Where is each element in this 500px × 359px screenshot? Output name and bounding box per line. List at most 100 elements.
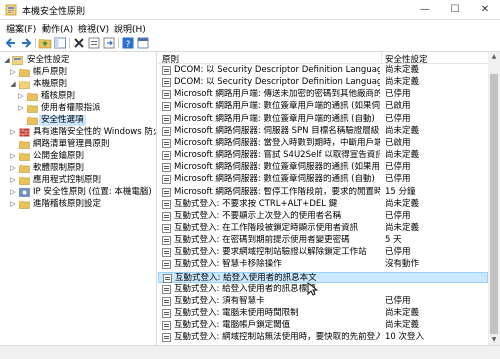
forward-arrow-icon[interactable]: [19, 36, 33, 50]
policy-name: 互動式登入: 在密碼到期前提示使用者變更密碼: [174, 235, 350, 246]
expanded-chevron-icon[interactable]: ◢: [9, 79, 17, 90]
policy-list: 原則 安全性設定 DCOM: 以 Security Descriptor Def…: [158, 52, 500, 345]
tree-item-advanced-audit[interactable]: ▷ 進階稽核原則設定: [0, 199, 156, 210]
table-row[interactable]: 互動式登入: 不要顯示上次登入的使用者名稱 已停用: [158, 211, 488, 222]
collapsed-chevron-icon[interactable]: ▷: [9, 127, 17, 138]
mmc-icon[interactable]: [136, 36, 150, 50]
properties-icon[interactable]: [87, 36, 101, 50]
scrollbar-thumb[interactable]: [490, 74, 498, 334]
table-row[interactable]: DCOM: 以 Security Descriptor Definition L…: [158, 77, 488, 88]
policy-name: Microsoft 網路用戶端: 數位簽章用戶端的通訊 (如果伺服器...: [174, 101, 380, 112]
collapsed-chevron-icon[interactable]: ▷: [9, 163, 17, 174]
scroll-up-arrow-icon[interactable]: ▲: [488, 52, 500, 62]
tree-item-label: 網路清單管理員原則: [33, 139, 110, 149]
help-icon[interactable]: ?: [121, 36, 135, 50]
policy-setting-icon: [162, 211, 171, 221]
table-row[interactable]: Microsoft 網路用戶端: 數位簽章用戶端的通訊 (如果伺服器... 已啟用: [158, 101, 488, 112]
table-row[interactable]: 互動式登入: 在密碼到期前提示使用者變更密碼 5 天: [158, 235, 488, 246]
scroll-down-arrow-icon[interactable]: ▼: [488, 335, 500, 345]
table-row[interactable]: 互動式登入: 在工作階段被鎖定時顯示使用者資訊 尚未定義: [158, 223, 488, 234]
export-list-icon[interactable]: [102, 36, 116, 50]
collapsed-chevron-icon[interactable]: ▷: [9, 187, 17, 198]
table-row[interactable]: Microsoft 網路伺服器: 嘗試 S4U2Self 以取得宣告資訊 尚未定義: [158, 150, 488, 161]
menu-view[interactable]: 檢視(V): [78, 22, 109, 35]
policy-setting-value: 尚未定義: [385, 125, 420, 136]
policy-setting-icon: [162, 139, 171, 148]
tree-item-network-list[interactable]: 網路清單管理員原則: [0, 139, 156, 150]
collapsed-chevron-icon[interactable]: ▷: [17, 103, 25, 114]
table-row[interactable]: 互動式登入: 要求網域控制站驗證以解除鎖定工作站 已停用: [158, 247, 488, 258]
table-row[interactable]: 互動式登入: 電腦未使用時間限制 尚未定義: [158, 308, 488, 319]
expanded-chevron-icon[interactable]: ◢: [3, 55, 11, 66]
table-row[interactable]: 互動式登入: 給登入使用者的訊息本文: [158, 271, 488, 283]
table-row[interactable]: DCOM: 以 Security Descriptor Definition L…: [158, 65, 488, 76]
table-row[interactable]: Microsoft 網路伺服器: 數位簽章伺服器的通訊 (自動) 已停用: [158, 174, 488, 185]
table-row[interactable]: Microsoft 網路伺服器: 當登入時數到期時，中斷用戶端連線 已啟用: [158, 138, 488, 149]
close-button[interactable]: ✕: [470, 0, 500, 20]
delete-icon[interactable]: [72, 36, 86, 50]
tree-item-security-settings[interactable]: ◢ 安全性設定: [0, 55, 156, 66]
menu-help[interactable]: 說明(H): [114, 22, 146, 35]
tree-item-software-restriction[interactable]: ▷ 軟體限制原則: [0, 163, 156, 174]
table-row[interactable]: 互動式登入: 不要求按 CTRL+ALT+DEL 鍵 尚未定義: [158, 199, 488, 210]
table-row[interactable]: 互動式登入: 給登入使用者的訊息標題: [158, 284, 488, 295]
tree-item-label: 安全性設定: [27, 55, 70, 65]
table-row[interactable]: 互動式登入: 智慧卡移除操作 沒有動作: [158, 259, 488, 270]
policy-name: Microsoft 網路伺服器: 當登入時數到期時，中斷用戶端連線: [174, 137, 380, 148]
policy-name: Microsoft 網路用戶端: 數位簽章用戶端的通訊 (自動): [174, 113, 375, 124]
tree-item-local-policies[interactable]: ◢ 本機原則: [0, 79, 156, 90]
folder-icon: [19, 140, 30, 149]
vertical-scrollbar[interactable]: ▲ ▼: [488, 52, 500, 345]
policy-name: 互動式登入: 不要求按 CTRL+ALT+DEL 鍵: [174, 198, 338, 209]
menu-bar: 檔案(F) 動作(A) 檢視(V) 說明(H): [0, 20, 500, 36]
table-row[interactable]: Microsoft 網路伺服器: 暫停工作階段前，要求的閒置時間 15 分鐘: [158, 187, 488, 198]
policy-setting-value: 尚未定義: [385, 150, 420, 161]
minimize-button[interactable]: —: [410, 0, 440, 20]
tree-item-app-control[interactable]: ▷ 應用程式控制原則: [0, 175, 156, 186]
firewall-icon: [19, 128, 30, 137]
table-row[interactable]: Microsoft 網路用戶端: 數位簽章用戶端的通訊 (自動) 已停用: [158, 114, 488, 125]
policy-name: 互動式登入: 須有智慧卡: [174, 295, 265, 306]
column-resize-handle[interactable]: [381, 52, 382, 64]
policy-setting-icon: [162, 102, 171, 112]
column-header-policy[interactable]: 原則: [162, 53, 179, 65]
ip-security-icon: [19, 188, 30, 197]
policy-name: 互動式登入: 電腦帳戶鎖定閾值: [174, 320, 291, 331]
column-header-setting[interactable]: 安全性設定: [385, 53, 428, 65]
policy-setting-value: 尚未定義: [385, 77, 420, 88]
maximize-button[interactable]: ☐: [440, 0, 470, 20]
table-row[interactable]: 互動式登入: 電腦帳戶鎖定閾值 尚未定義: [158, 320, 488, 331]
menu-action[interactable]: 動作(A): [42, 22, 73, 35]
tree-item-windows-firewall[interactable]: ▷ 具有進階安全性的 Windows 防火牆: [0, 127, 156, 138]
table-row[interactable]: 互動式登入: 須有智慧卡 已停用: [158, 296, 488, 307]
security-settings-icon: [12, 56, 23, 65]
policy-setting-icon: [163, 273, 172, 283]
tree-item-user-rights[interactable]: ▷ 使用者權限指派: [0, 103, 156, 114]
policy-setting-value: 尚未定義: [385, 308, 420, 318]
menu-file[interactable]: 檔案(F): [6, 22, 36, 35]
collapsed-chevron-icon[interactable]: ▷: [9, 175, 17, 186]
table-row[interactable]: Microsoft 網路用戶端: 傳送未加密的密碼到其他廠商的 SM... 已停用: [158, 89, 488, 100]
collapsed-chevron-icon[interactable]: ▷: [9, 151, 17, 162]
collapsed-chevron-icon[interactable]: ▷: [17, 91, 25, 102]
policy-setting-icon: [162, 175, 171, 185]
policy-setting-icon: [162, 236, 171, 245]
table-row[interactable]: Microsoft 網路伺服器: 數位簽章伺服器的通訊 (如果用戶端... 已停用: [158, 162, 488, 173]
policy-setting-icon: [162, 260, 171, 270]
collapsed-chevron-icon[interactable]: ▷: [9, 199, 17, 210]
tree-item-audit-policy[interactable]: ▷ 稽核原則: [0, 91, 156, 102]
show-tree-icon[interactable]: [53, 36, 67, 50]
back-arrow-icon[interactable]: [4, 36, 18, 50]
policy-setting-icon: [162, 114, 171, 124]
tree-item-label: 公開金鑰原則: [33, 151, 85, 161]
tree-item-ip-security[interactable]: ▷ IP 安全性原則 (位置: 本機電腦): [0, 187, 156, 198]
policy-setting-icon: [162, 199, 171, 209]
policy-setting-icon: [162, 78, 171, 87]
tree-item-account-policies[interactable]: ▷ 帳戶原則: [0, 67, 156, 78]
tree-item-security-options[interactable]: 安全性選項: [0, 115, 156, 126]
up-folder-icon[interactable]: [38, 36, 52, 50]
tree-item-public-key[interactable]: ▷ 公開金鑰原則: [0, 151, 156, 162]
collapsed-chevron-icon[interactable]: ▷: [9, 67, 17, 78]
table-row[interactable]: Microsoft 網路伺服器: 伺服器 SPN 目標名稱驗證層級 尚未定義: [158, 126, 488, 137]
table-row[interactable]: 互動式登入: 網域控制站無法使用時，要快取的先前登入次數 10 次登入: [158, 332, 488, 343]
